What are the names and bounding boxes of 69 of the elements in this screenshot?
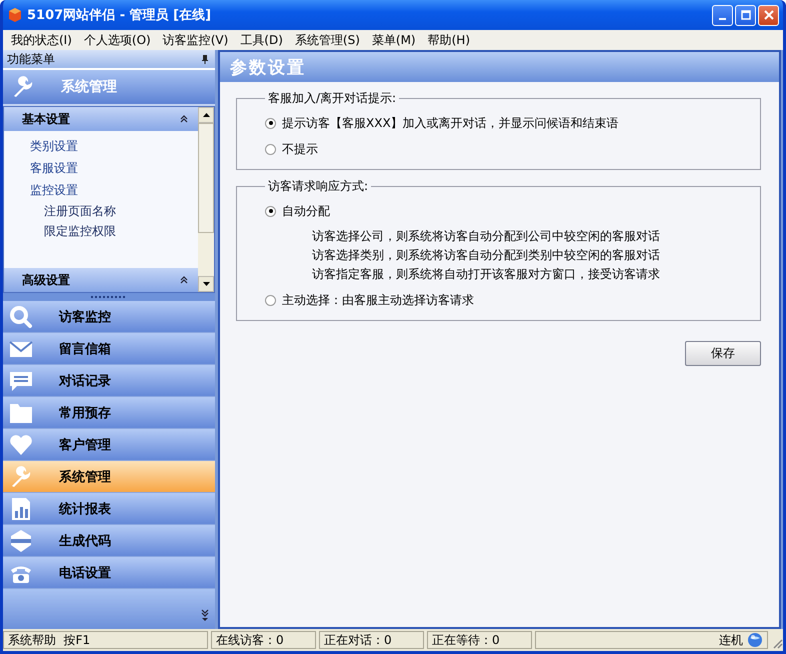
minimize-icon: [719, 18, 726, 20]
menu-item[interactable]: 菜单(M): [366, 32, 422, 48]
nav-button[interactable]: 留言信箱: [3, 333, 215, 365]
group-label: 客服加入/离开对话提示:: [267, 90, 398, 107]
status-text: 正在等待：0: [427, 631, 532, 649]
nav-button[interactable]: 访客监控: [3, 301, 215, 333]
description-text: 访客选择类别，则系统将访客自动分配到类别中较空闲的客服对话: [312, 247, 661, 264]
description-text: 访客指定客服，则系统将自动打开该客服对方窗口，接受访客请求: [312, 266, 661, 283]
badge-icon: [9, 528, 33, 552]
radio-button[interactable]: [265, 118, 276, 128]
menu-item[interactable]: 工具(D): [234, 32, 289, 48]
magnifier-icon: [9, 304, 33, 328]
tree-item[interactable]: 限定监控权限: [44, 221, 116, 241]
nav-button[interactable]: 电话设置: [3, 557, 215, 589]
tree-item[interactable]: 类别设置: [30, 135, 78, 157]
menu-item[interactable]: 我的状态(I): [5, 32, 78, 48]
maximize-button[interactable]: [735, 4, 756, 26]
radio-button[interactable]: [265, 294, 276, 306]
scroll-down-button[interactable]: [198, 276, 214, 292]
nav-button[interactable]: 常用预存: [3, 397, 215, 429]
pin-icon: [201, 54, 209, 64]
nav-button[interactable]: 对话记录: [3, 365, 215, 397]
nav-button[interactable]: 客户管理: [3, 429, 215, 461]
page-title: 参数设置: [230, 56, 306, 78]
save-button[interactable]: 保存: [685, 341, 761, 366]
close-icon: [764, 10, 774, 20]
app-icon: [7, 7, 23, 23]
grip-icon: [91, 296, 127, 298]
maximize-icon: [740, 10, 750, 20]
status-text: 系统帮助 按F1: [3, 631, 208, 649]
panel-title: 功能菜单: [7, 50, 55, 68]
radio-button[interactable]: [265, 206, 276, 216]
option-label: 不提示: [282, 140, 318, 158]
section-title: 系统管理: [61, 78, 117, 96]
status-text: 正在对话：0: [319, 631, 424, 649]
collapse-icon: [180, 115, 188, 123]
chevron-down-icon: [201, 609, 209, 621]
arrow-down-icon: [202, 282, 210, 286]
arrow-up-icon: [202, 113, 210, 117]
close-button[interactable]: [758, 4, 779, 26]
description-text: 访客选择公司，则系统将访客自动分配到公司中较空闲的客服对话: [312, 228, 661, 245]
tree-item[interactable]: 监控设置: [30, 179, 78, 201]
window-title: 5107网站伴侣 - 管理员 [在线]: [27, 7, 212, 24]
nav-button[interactable]: 生成代码: [3, 525, 215, 557]
globe-icon: [747, 632, 763, 648]
tree-item[interactable]: 客服设置: [30, 157, 78, 179]
radio-button[interactable]: [265, 144, 276, 154]
collapse-icon: [180, 276, 188, 284]
scroll-up-button[interactable]: [198, 107, 214, 123]
option-label: 提示访客【客服XXX】加入或离开对话，并显示问候语和结束语: [282, 114, 619, 132]
heart-icon: [9, 432, 33, 456]
group-label: 访客请求响应方式:: [267, 178, 370, 195]
status-text: 在线访客：0: [211, 631, 316, 649]
nav-button[interactable]: 统计报表: [3, 493, 215, 525]
group-header[interactable]: 高级设置: [4, 268, 198, 292]
option-label: 自动分配: [282, 202, 330, 220]
menu-item[interactable]: 帮助(H): [422, 32, 476, 48]
status-text: 连机: [719, 632, 743, 648]
nav-button[interactable]: 系统管理: [3, 461, 215, 493]
group-header[interactable]: 基本设置: [4, 107, 198, 131]
menu-item[interactable]: 访客监控(V): [156, 32, 234, 48]
menu-item[interactable]: 个人选项(O): [78, 32, 157, 48]
bar-chart-icon: [9, 496, 33, 520]
tree-item[interactable]: 注册页面名称: [44, 201, 116, 221]
resize-grip-icon: [771, 637, 783, 649]
menu-item[interactable]: 系统管理(S): [288, 32, 366, 48]
scroll-thumb[interactable]: [198, 123, 214, 233]
option-label: 主动选择：由客服主动选择访客请求: [282, 292, 474, 308]
minimize-button[interactable]: [712, 4, 733, 26]
